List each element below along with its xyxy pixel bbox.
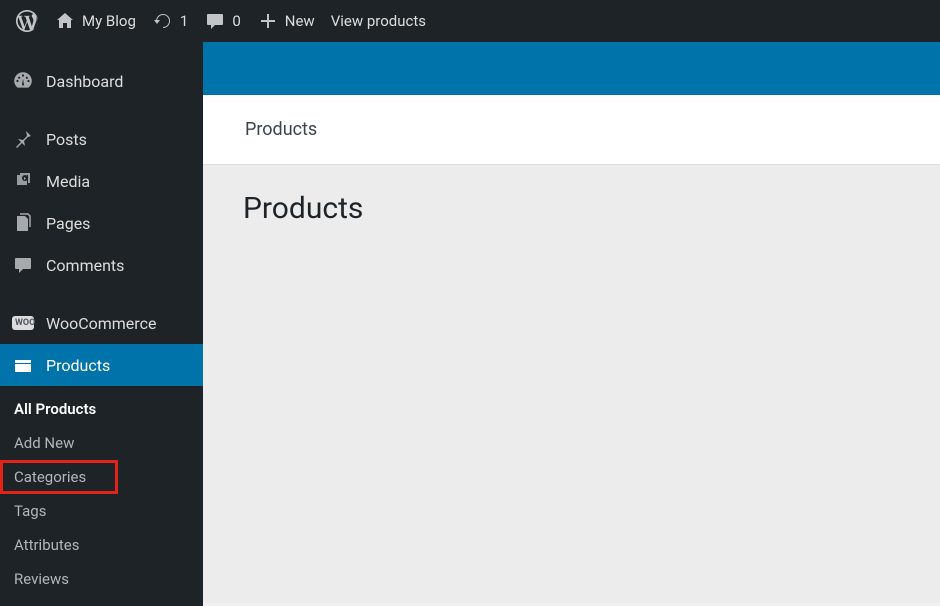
media-icon [12, 170, 34, 192]
menu-label: Pages [46, 214, 90, 233]
comments-icon [12, 254, 34, 276]
menu-label: WooCommerce [46, 314, 156, 333]
blue-banner [203, 42, 940, 95]
view-products-label: View products [331, 12, 426, 30]
update-icon [152, 10, 174, 32]
menu-comments[interactable]: Comments [0, 244, 203, 286]
pages-icon [12, 212, 34, 234]
view-products-link[interactable]: View products [323, 0, 434, 42]
site-name-label: My Blog [82, 12, 136, 30]
breadcrumb-bar: Products [203, 95, 940, 165]
menu-label: Dashboard [46, 72, 123, 91]
updates-count: 1 [180, 12, 188, 30]
comments-count: 0 [232, 12, 240, 30]
admin-toolbar: My Blog 1 0 New View products [0, 0, 940, 42]
comment-icon [204, 10, 226, 32]
menu-posts[interactable]: Posts [0, 118, 203, 160]
new-content-label: New [285, 12, 315, 30]
menu-products[interactable]: Products [0, 344, 203, 386]
woocommerce-icon: WOO [12, 312, 34, 334]
menu-woocommerce[interactable]: WOO WooCommerce [0, 302, 203, 344]
home-icon [54, 10, 76, 32]
menu-label: Posts [46, 130, 87, 149]
comments-link[interactable]: 0 [196, 0, 248, 42]
admin-sidebar: Dashboard Posts Media Pages Commen [0, 42, 203, 603]
menu-label: Comments [46, 256, 124, 275]
submenu-attributes[interactable]: Attributes [0, 528, 203, 562]
menu-pages[interactable]: Pages [0, 202, 203, 244]
submenu-tags[interactable]: Tags [0, 494, 203, 528]
menu-label: Products [46, 356, 110, 375]
site-name-link[interactable]: My Blog [46, 0, 144, 42]
wordpress-icon [16, 10, 38, 32]
products-submenu: All Products Add New Categories Tags Att… [0, 386, 203, 606]
products-icon [12, 354, 34, 376]
wp-logo[interactable] [8, 0, 46, 42]
content-area: Products Products [203, 42, 940, 603]
pin-icon [12, 128, 34, 150]
breadcrumb: Products [245, 119, 317, 140]
updates-link[interactable]: 1 [144, 0, 196, 42]
plus-icon [257, 10, 279, 32]
submenu-reviews[interactable]: Reviews [0, 562, 203, 596]
menu-label: Media [46, 172, 90, 191]
dashboard-icon [12, 70, 34, 92]
submenu-all-products[interactable]: All Products [0, 392, 203, 426]
page-title: Products [203, 165, 940, 226]
menu-media[interactable]: Media [0, 160, 203, 202]
submenu-categories[interactable]: Categories [0, 460, 118, 494]
submenu-add-new[interactable]: Add New [0, 426, 203, 460]
menu-dashboard[interactable]: Dashboard [0, 60, 203, 102]
new-content-link[interactable]: New [249, 0, 323, 42]
